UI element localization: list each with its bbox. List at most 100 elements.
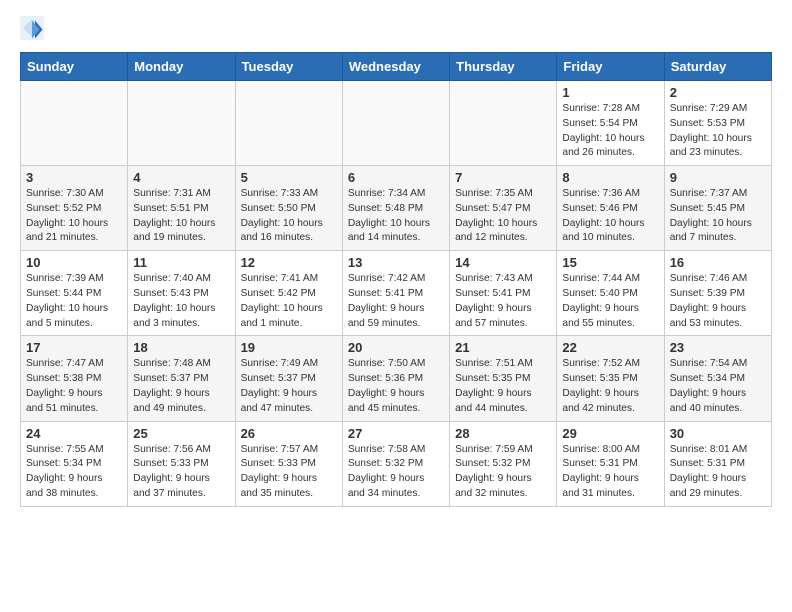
day-info: Sunrise: 7:34 AM Sunset: 5:48 PM Dayligh… — [348, 187, 444, 246]
day-info: Sunrise: 7:40 AM Sunset: 5:43 PM Dayligh… — [133, 272, 229, 331]
day-number: 4 — [133, 170, 229, 185]
day-info: Sunrise: 7:41 AM Sunset: 5:42 PM Dayligh… — [241, 272, 337, 331]
day-number: 16 — [670, 255, 766, 270]
calendar-cell: 16 Sunrise: 7:46 AM Sunset: 5:39 PM Dayli… — [664, 251, 771, 336]
calendar-cell — [450, 81, 557, 166]
calendar-cell: 6 Sunrise: 7:34 AM Sunset: 5:48 PM Daylig… — [342, 166, 449, 251]
day-number: 29 — [562, 426, 658, 441]
calendar-cell: 29 Sunrise: 8:00 AM Sunset: 5:31 PM Dayli… — [557, 421, 664, 506]
calendar-cell: 21 Sunrise: 7:51 AM Sunset: 5:35 PM Dayli… — [450, 336, 557, 421]
page: SundayMondayTuesdayWednesdayThursdayFrid… — [0, 0, 792, 527]
day-info: Sunrise: 7:37 AM Sunset: 5:45 PM Dayligh… — [670, 187, 766, 246]
calendar-cell: 7Sunrise: 7:35 AM Sunset: 5:47 PM Daylig… — [450, 166, 557, 251]
day-info: Sunrise: 7:48 AM Sunset: 5:37 PM Dayligh… — [133, 357, 229, 416]
day-number: 15 — [562, 255, 658, 270]
calendar-cell: 10 Sunrise: 7:39 AM Sunset: 5:44 PM Dayli… — [21, 251, 128, 336]
day-info: Sunrise: 7:33 AM Sunset: 5:50 PM Dayligh… — [241, 187, 337, 246]
day-number: 2 — [670, 85, 766, 100]
day-info: Sunrise: 7:58 AM Sunset: 5:32 PM Dayligh… — [348, 443, 444, 502]
weekday-header-tuesday: Tuesday — [235, 53, 342, 81]
day-number: 11 — [133, 255, 229, 270]
logo — [20, 16, 48, 40]
header — [20, 16, 772, 40]
calendar-cell: 11 Sunrise: 7:40 AM Sunset: 5:43 PM Dayli… — [128, 251, 235, 336]
calendar-cell: 27 Sunrise: 7:58 AM Sunset: 5:32 PM Dayli… — [342, 421, 449, 506]
day-number: 6 — [348, 170, 444, 185]
day-number: 18 — [133, 340, 229, 355]
weekday-header-saturday: Saturday — [664, 53, 771, 81]
calendar-cell: 2 Sunrise: 7:29 AM Sunset: 5:53 PM Daylig… — [664, 81, 771, 166]
calendar-cell: 12 Sunrise: 7:41 AM Sunset: 5:42 PM Dayli… — [235, 251, 342, 336]
day-number: 17 — [26, 340, 122, 355]
day-info: Sunrise: 7:42 AM Sunset: 5:41 PM Dayligh… — [348, 272, 444, 331]
calendar-cell: 22Sunrise: 7:52 AM Sunset: 5:35 PM Dayli… — [557, 336, 664, 421]
day-number: 13 — [348, 255, 444, 270]
calendar-cell: 3Sunrise: 7:30 AM Sunset: 5:52 PM Daylig… — [21, 166, 128, 251]
day-info: Sunrise: 7:52 AM Sunset: 5:35 PM Dayligh… — [562, 357, 658, 416]
day-number: 20 — [348, 340, 444, 355]
day-info: Sunrise: 7:30 AM Sunset: 5:52 PM Dayligh… — [26, 187, 122, 246]
day-number: 10 — [26, 255, 122, 270]
day-info: Sunrise: 8:01 AM Sunset: 5:31 PM Dayligh… — [670, 443, 766, 502]
day-info: Sunrise: 7:36 AM Sunset: 5:46 PM Dayligh… — [562, 187, 658, 246]
weekday-header-monday: Monday — [128, 53, 235, 81]
calendar-row-5: 24Sunrise: 7:55 AM Sunset: 5:34 PM Dayli… — [21, 421, 772, 506]
calendar-row-3: 10 Sunrise: 7:39 AM Sunset: 5:44 PM Dayli… — [21, 251, 772, 336]
calendar-cell: 30 Sunrise: 8:01 AM Sunset: 5:31 PM Dayli… — [664, 421, 771, 506]
day-number: 23 — [670, 340, 766, 355]
day-number: 12 — [241, 255, 337, 270]
calendar-table: SundayMondayTuesdayWednesdayThursdayFrid… — [20, 52, 772, 507]
day-info: Sunrise: 7:49 AM Sunset: 5:37 PM Dayligh… — [241, 357, 337, 416]
calendar-cell: 23 Sunrise: 7:54 AM Sunset: 5:34 PM Dayli… — [664, 336, 771, 421]
calendar-cell: 25 Sunrise: 7:56 AM Sunset: 5:33 PM Dayli… — [128, 421, 235, 506]
day-info: Sunrise: 7:56 AM Sunset: 5:33 PM Dayligh… — [133, 443, 229, 502]
weekday-header-sunday: Sunday — [21, 53, 128, 81]
calendar-cell — [21, 81, 128, 166]
day-info: Sunrise: 7:54 AM Sunset: 5:34 PM Dayligh… — [670, 357, 766, 416]
day-number: 14 — [455, 255, 551, 270]
calendar-cell: 24Sunrise: 7:55 AM Sunset: 5:34 PM Dayli… — [21, 421, 128, 506]
day-info: Sunrise: 7:59 AM Sunset: 5:32 PM Dayligh… — [455, 443, 551, 502]
weekday-header-friday: Friday — [557, 53, 664, 81]
day-info: Sunrise: 7:51 AM Sunset: 5:35 PM Dayligh… — [455, 357, 551, 416]
weekday-header-wednesday: Wednesday — [342, 53, 449, 81]
weekday-header-thursday: Thursday — [450, 53, 557, 81]
day-number: 8 — [562, 170, 658, 185]
calendar-cell: 8 Sunrise: 7:36 AM Sunset: 5:46 PM Daylig… — [557, 166, 664, 251]
day-number: 24 — [26, 426, 122, 441]
day-number: 5 — [241, 170, 337, 185]
calendar-cell: 15 Sunrise: 7:44 AM Sunset: 5:40 PM Dayli… — [557, 251, 664, 336]
day-info: Sunrise: 7:29 AM Sunset: 5:53 PM Dayligh… — [670, 102, 766, 161]
day-number: 21 — [455, 340, 551, 355]
calendar-cell: 1Sunrise: 7:28 AM Sunset: 5:54 PM Daylig… — [557, 81, 664, 166]
calendar-cell: 17Sunrise: 7:47 AM Sunset: 5:38 PM Dayli… — [21, 336, 128, 421]
calendar-cell — [128, 81, 235, 166]
day-number: 7 — [455, 170, 551, 185]
day-info: Sunrise: 7:43 AM Sunset: 5:41 PM Dayligh… — [455, 272, 551, 331]
calendar-row-4: 17Sunrise: 7:47 AM Sunset: 5:38 PM Dayli… — [21, 336, 772, 421]
calendar-cell: 5 Sunrise: 7:33 AM Sunset: 5:50 PM Daylig… — [235, 166, 342, 251]
day-info: Sunrise: 7:44 AM Sunset: 5:40 PM Dayligh… — [562, 272, 658, 331]
calendar-cell: 19 Sunrise: 7:49 AM Sunset: 5:37 PM Dayli… — [235, 336, 342, 421]
day-number: 9 — [670, 170, 766, 185]
calendar-cell: 20Sunrise: 7:50 AM Sunset: 5:36 PM Dayli… — [342, 336, 449, 421]
day-number: 30 — [670, 426, 766, 441]
calendar-row-1: 1Sunrise: 7:28 AM Sunset: 5:54 PM Daylig… — [21, 81, 772, 166]
calendar-cell: 18 Sunrise: 7:48 AM Sunset: 5:37 PM Dayli… — [128, 336, 235, 421]
day-info: Sunrise: 7:57 AM Sunset: 5:33 PM Dayligh… — [241, 443, 337, 502]
calendar-row-2: 3Sunrise: 7:30 AM Sunset: 5:52 PM Daylig… — [21, 166, 772, 251]
day-info: Sunrise: 7:39 AM Sunset: 5:44 PM Dayligh… — [26, 272, 122, 331]
calendar-cell: 4 Sunrise: 7:31 AM Sunset: 5:51 PM Daylig… — [128, 166, 235, 251]
day-info: Sunrise: 8:00 AM Sunset: 5:31 PM Dayligh… — [562, 443, 658, 502]
calendar-cell — [342, 81, 449, 166]
calendar-cell: 14 Sunrise: 7:43 AM Sunset: 5:41 PM Dayli… — [450, 251, 557, 336]
logo-icon — [20, 16, 44, 40]
calendar-cell: 13 Sunrise: 7:42 AM Sunset: 5:41 PM Dayli… — [342, 251, 449, 336]
day-number: 1 — [562, 85, 658, 100]
calendar-cell: 9 Sunrise: 7:37 AM Sunset: 5:45 PM Daylig… — [664, 166, 771, 251]
day-number: 19 — [241, 340, 337, 355]
day-number: 25 — [133, 426, 229, 441]
day-number: 27 — [348, 426, 444, 441]
day-info: Sunrise: 7:46 AM Sunset: 5:39 PM Dayligh… — [670, 272, 766, 331]
day-info: Sunrise: 7:31 AM Sunset: 5:51 PM Dayligh… — [133, 187, 229, 246]
